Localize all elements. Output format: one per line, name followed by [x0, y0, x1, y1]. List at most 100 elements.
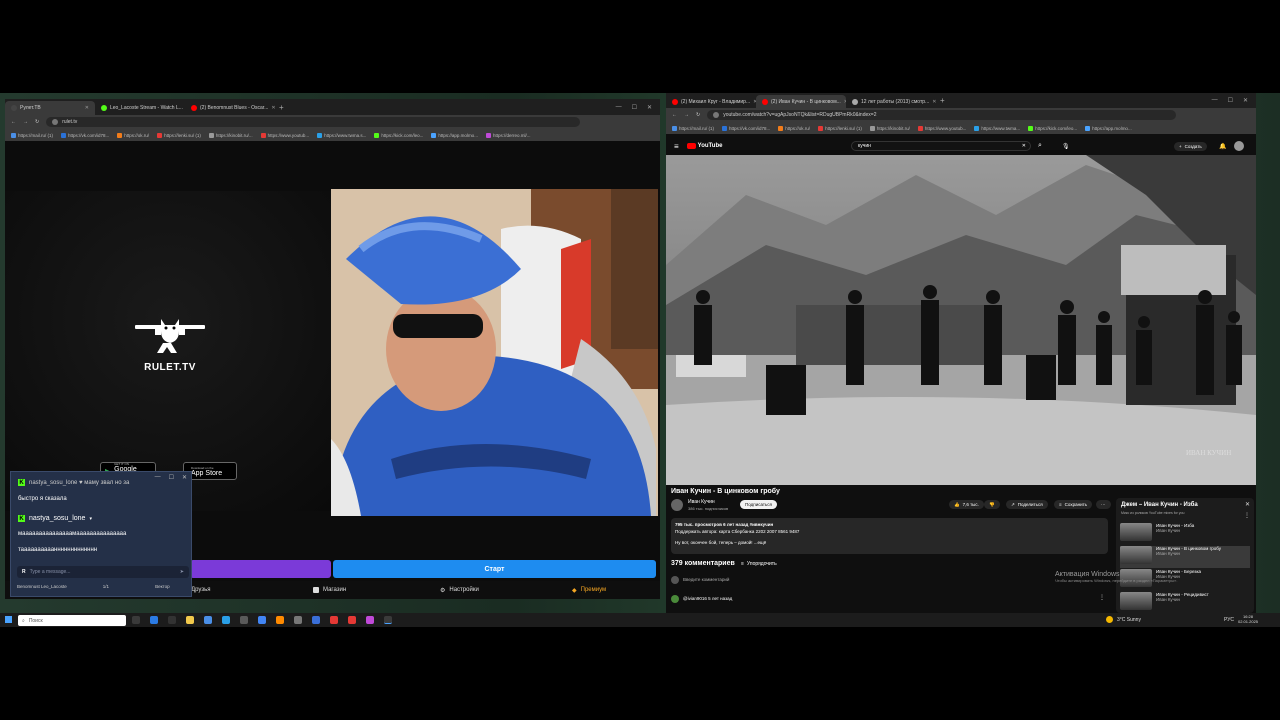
new-tab-button[interactable]: +: [275, 103, 288, 112]
tab-youtube-1[interactable]: (2) Михаил Круг - Владимир... ✕: [666, 95, 756, 109]
store-icon[interactable]: [204, 616, 212, 624]
site-info-icon[interactable]: [713, 112, 720, 118]
nav-settings[interactable]: ⚙ Настройки: [440, 587, 479, 594]
bookmark-item[interactable]: https://kinobit.ru/: [869, 125, 910, 131]
minimize-icon[interactable]: —: [1212, 97, 1218, 104]
close-icon[interactable]: ✕: [1245, 501, 1250, 508]
menu-icon[interactable]: ≡: [674, 142, 679, 151]
file-explorer-icon[interactable]: [186, 616, 194, 624]
app-icon[interactable]: [276, 616, 284, 624]
like-button[interactable]: 👍 7,6 тыс.: [949, 500, 984, 509]
chrome-icon[interactable]: [258, 616, 266, 624]
save-button[interactable]: ≡ Сохранить: [1054, 500, 1093, 509]
bookmark-item[interactable]: https://lenki.su/ (1): [818, 125, 862, 131]
task-view-icon[interactable]: [132, 616, 140, 624]
app-icon[interactable]: [240, 616, 248, 624]
back-icon[interactable]: ←: [11, 119, 16, 125]
taskbar-search[interactable]: ⌕ Поиск: [18, 615, 126, 626]
chat-nick[interactable]: K nastya_sosu_lone ▾: [18, 515, 92, 522]
tab-video-3[interactable]: 12 лет работы (2013) смотр... ✕: [846, 95, 936, 109]
bookmark-item[interactable]: https://kick.com/leo...: [1028, 125, 1077, 131]
bookmark-item[interactable]: https://ok.ru/: [117, 132, 149, 138]
maximize-icon[interactable]: ☐: [1228, 97, 1233, 104]
app-icon[interactable]: [330, 616, 338, 624]
bookmark-item[interactable]: https://lenki.su/ (1): [157, 132, 201, 138]
back-icon[interactable]: ←: [672, 112, 677, 118]
maximize-icon[interactable]: ☐: [632, 104, 637, 111]
bookmark-item[interactable]: https://www.twma.s...: [317, 132, 366, 138]
tab-rulet[interactable]: Рулет.ТВ ✕: [5, 101, 95, 115]
start-button[interactable]: Старт: [333, 560, 656, 578]
telegram-icon[interactable]: [222, 616, 230, 624]
sort-comments[interactable]: ≡ Упорядочить: [741, 561, 777, 567]
channel-avatar[interactable]: [671, 499, 683, 511]
playlist-item-active[interactable]: Иван Кучин - В цинковом гробу Иван Кучин: [1120, 546, 1250, 568]
bookmark-item[interactable]: https://app.molmo...: [431, 132, 478, 138]
bookmark-item[interactable]: https://app.molmo...: [1085, 125, 1132, 131]
bookmark-item[interactable]: https://www.twma...: [974, 125, 1020, 131]
clock[interactable]: 16:28 02.01.2025: [1238, 614, 1258, 624]
bookmark-item[interactable]: https://mail.ru/ (1): [11, 132, 53, 138]
tab-youtube-2[interactable]: (2) Иван Кучин - В цинковом... ✕: [756, 94, 846, 109]
channel-name[interactable]: Иван Кучин: [688, 499, 715, 505]
playlist-item[interactable]: Иван Кучин - Изба Иван Кучин: [1120, 523, 1250, 545]
create-button[interactable]: + Создать: [1174, 141, 1207, 151]
bookmark-item[interactable]: https://mail.ru/ (1): [672, 125, 714, 131]
next-partner-button[interactable]: [190, 560, 331, 578]
youtube-logo[interactable]: YouTube: [686, 143, 722, 149]
search-input[interactable]: кучин ✕: [851, 141, 1031, 151]
app-icon[interactable]: [312, 616, 320, 624]
close-window-icon[interactable]: ✕: [1243, 97, 1248, 104]
url-input[interactable]: rulet.tv: [46, 117, 580, 127]
search-icon[interactable]: ⌕: [1038, 142, 1042, 150]
close-icon[interactable]: ✕: [182, 474, 187, 481]
forward-icon[interactable]: →: [684, 112, 689, 118]
subscribe-button[interactable]: Подписаться: [740, 500, 777, 509]
playlist-menu-icon[interactable]: ⋮: [1244, 512, 1250, 519]
chat-input[interactable]: R Type a message... ➤: [17, 566, 189, 578]
tab-kick[interactable]: Leo_Lacoste Stream - Watch L... ✕: [95, 101, 185, 115]
comment-menu-icon[interactable]: ⋮: [1099, 594, 1105, 601]
tab-youtube[interactable]: (2) Benomnust Blues - Oscar... ✕: [185, 101, 275, 115]
minimize-icon[interactable]: —: [155, 474, 161, 481]
clear-search-icon[interactable]: ✕: [1022, 143, 1026, 149]
nav-premium[interactable]: ◆ Премиум: [572, 587, 606, 594]
reload-icon[interactable]: ↻: [696, 112, 700, 118]
bookmark-item[interactable]: https://kinobit.ru/...: [208, 132, 253, 138]
reload-icon[interactable]: ↻: [35, 119, 39, 125]
avatar[interactable]: [1234, 141, 1244, 151]
bookmark-item[interactable]: https://ok.ru/: [778, 125, 810, 131]
close-tab-icon[interactable]: ✕: [85, 105, 89, 111]
microphone-icon[interactable]: 🎙: [1062, 143, 1070, 150]
bookmark-item[interactable]: https://vk.com/id78...: [61, 132, 109, 138]
send-icon[interactable]: ➤: [180, 569, 184, 575]
language-indicator[interactable]: РУС: [1224, 617, 1234, 623]
close-window-icon[interactable]: ✕: [647, 104, 652, 111]
new-tab-button[interactable]: +: [936, 96, 949, 105]
playlist-item[interactable]: Иван Кучин - Рецидивист Иван Кучин: [1120, 592, 1250, 613]
windows-start-icon[interactable]: [5, 616, 12, 623]
site-info-icon[interactable]: [52, 119, 59, 125]
maximize-icon[interactable]: ☐: [169, 474, 174, 481]
share-button[interactable]: ↗ Поделиться: [1006, 500, 1048, 509]
nav-friends[interactable]: Друзья: [191, 587, 210, 593]
bookmark-item[interactable]: https://vk.com/id78...: [722, 125, 770, 131]
app-icon[interactable]: [348, 616, 356, 624]
minimize-icon[interactable]: —: [616, 104, 622, 111]
bookmark-item[interactable]: https://www.youtub...: [917, 125, 966, 131]
youtube-video-player[interactable]: ИВАН КУЧИН: [666, 155, 1256, 485]
app-icon[interactable]: [366, 616, 374, 624]
app-icon[interactable]: [384, 616, 392, 624]
bookmark-item[interactable]: https://www.youtub...: [260, 132, 309, 138]
forward-icon[interactable]: →: [23, 119, 28, 125]
notifications-icon[interactable]: 🔔: [1219, 143, 1226, 150]
bookmark-item[interactable]: https://derreo.ml/...: [485, 132, 530, 138]
terminal-icon[interactable]: [168, 616, 176, 624]
app-icon[interactable]: [294, 616, 302, 624]
url-input[interactable]: youtube.com/watch?v=ugApJsoNTQk&list=RDu…: [707, 110, 1176, 120]
comment-author[interactable]: @ivian9016 5 лет назад: [683, 596, 732, 601]
edge-icon[interactable]: [150, 616, 158, 624]
description-box[interactable]: 795 тыс. просмотров 6 лет назад #ивнкучи…: [671, 518, 1108, 554]
dislike-button[interactable]: 👎: [984, 500, 1000, 509]
bookmark-item[interactable]: https://kick.com/leo...: [374, 132, 423, 138]
